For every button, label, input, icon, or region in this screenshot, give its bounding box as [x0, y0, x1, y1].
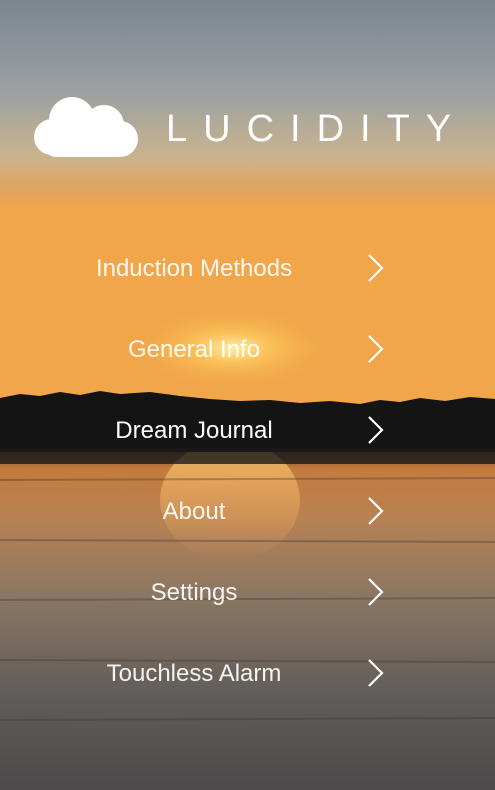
menu-item-touchless-alarm[interactable]: Touchless Alarm: [0, 633, 495, 714]
menu-item-label: Induction Methods: [95, 255, 293, 282]
chevron-right-icon: [368, 578, 384, 606]
menu-item-label: Settings: [150, 579, 238, 606]
menu-item-settings[interactable]: Settings: [0, 552, 495, 633]
menu-item-label: Touchless Alarm: [106, 660, 282, 687]
chevron-right-icon: [368, 335, 384, 363]
chevron-right-icon: [368, 416, 384, 444]
menu-item-induction-methods[interactable]: Induction Methods: [0, 228, 495, 309]
menu-item-label: About: [162, 498, 226, 525]
menu-item-label: General Info: [127, 336, 261, 363]
chevron-right-icon: [368, 254, 384, 282]
menu-item-about[interactable]: About: [0, 471, 495, 552]
chevron-right-icon: [368, 659, 384, 687]
chevron-right-icon: [368, 497, 384, 525]
menu-item-dream-journal[interactable]: Dream Journal: [0, 390, 495, 471]
cloud-icon: [34, 97, 138, 157]
app-header: LUCIDITY: [0, 0, 495, 230]
app-title: LUCIDITY: [166, 108, 468, 150]
menu-item-general-info[interactable]: General Info: [0, 309, 495, 390]
menu-item-label: Dream Journal: [115, 417, 273, 444]
main-menu: Induction Methods General Info Dream Jou…: [0, 228, 495, 714]
